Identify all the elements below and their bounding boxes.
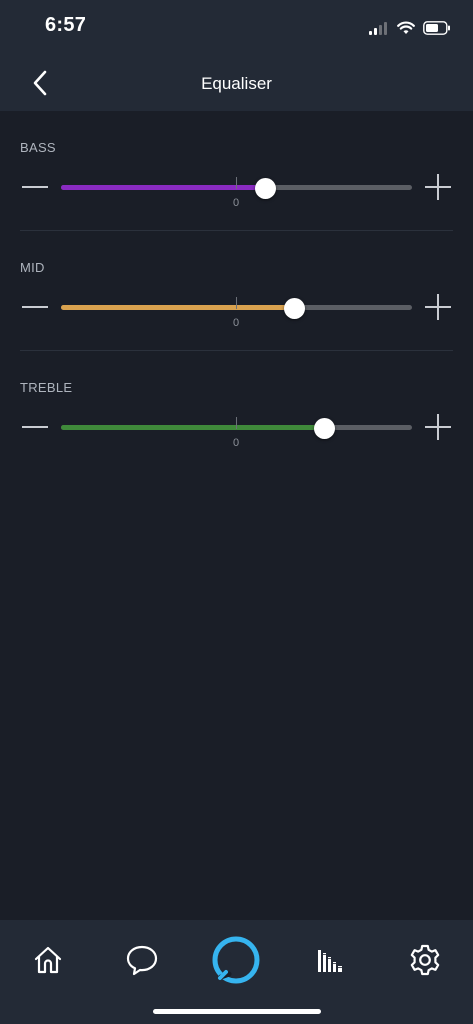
treble-zero-tick	[236, 417, 237, 429]
divider	[20, 350, 453, 351]
treble-increase-button[interactable]	[423, 414, 453, 440]
bass-increase-button[interactable]	[423, 174, 453, 200]
nav-play[interactable]	[305, 932, 355, 988]
minus-icon	[22, 306, 48, 308]
status-time: 6:57	[45, 14, 87, 36]
bass-decrease-button[interactable]	[20, 175, 50, 199]
band-label-mid: MID	[20, 260, 45, 275]
mid-slider-fill	[61, 305, 295, 310]
band-label-treble: TREBLE	[20, 380, 73, 395]
eq-band-treble: TREBLE 0	[0, 358, 473, 478]
minus-icon	[22, 426, 48, 428]
chat-icon	[126, 945, 158, 976]
wifi-icon	[397, 21, 415, 34]
play-icon	[318, 950, 342, 972]
nav-communicate[interactable]	[117, 932, 167, 988]
treble-slider-fill	[61, 425, 325, 430]
treble-slider-thumb[interactable]	[314, 418, 336, 439]
nav-alexa[interactable]	[211, 932, 261, 988]
bass-zero-tick	[236, 177, 237, 189]
mid-increase-button[interactable]	[423, 294, 453, 320]
status-icons	[369, 18, 451, 38]
page-title: Equaliser	[201, 74, 272, 93]
nav-settings[interactable]	[400, 932, 450, 988]
bass-slider-fill	[61, 185, 265, 190]
home-indicator	[153, 1009, 321, 1014]
nav-home[interactable]	[23, 932, 73, 988]
top-bar: 6:57 Equaliser	[0, 0, 473, 111]
minus-icon	[22, 186, 48, 188]
battery-icon	[423, 21, 450, 35]
treble-zero-label: 0	[232, 437, 240, 449]
mid-decrease-button[interactable]	[20, 295, 50, 319]
eq-band-bass: BASS 0	[0, 118, 473, 238]
bass-zero-label: 0	[232, 197, 240, 209]
equaliser-screen: 6:57 Equaliser BASS 0 MID 0 TREBLE 0	[0, 0, 473, 1024]
band-label-bass: BASS	[20, 140, 56, 155]
signal-icon	[369, 22, 387, 35]
mid-zero-label: 0	[232, 317, 240, 329]
alexa-icon	[212, 936, 260, 984]
eq-band-mid: MID 0	[0, 238, 473, 358]
bass-slider-thumb[interactable]	[254, 178, 276, 199]
treble-decrease-button[interactable]	[20, 415, 50, 439]
mid-zero-tick	[236, 297, 237, 309]
settings-icon	[410, 944, 440, 976]
divider	[20, 230, 453, 231]
mid-slider-thumb[interactable]	[284, 298, 306, 319]
home-icon	[34, 946, 62, 974]
